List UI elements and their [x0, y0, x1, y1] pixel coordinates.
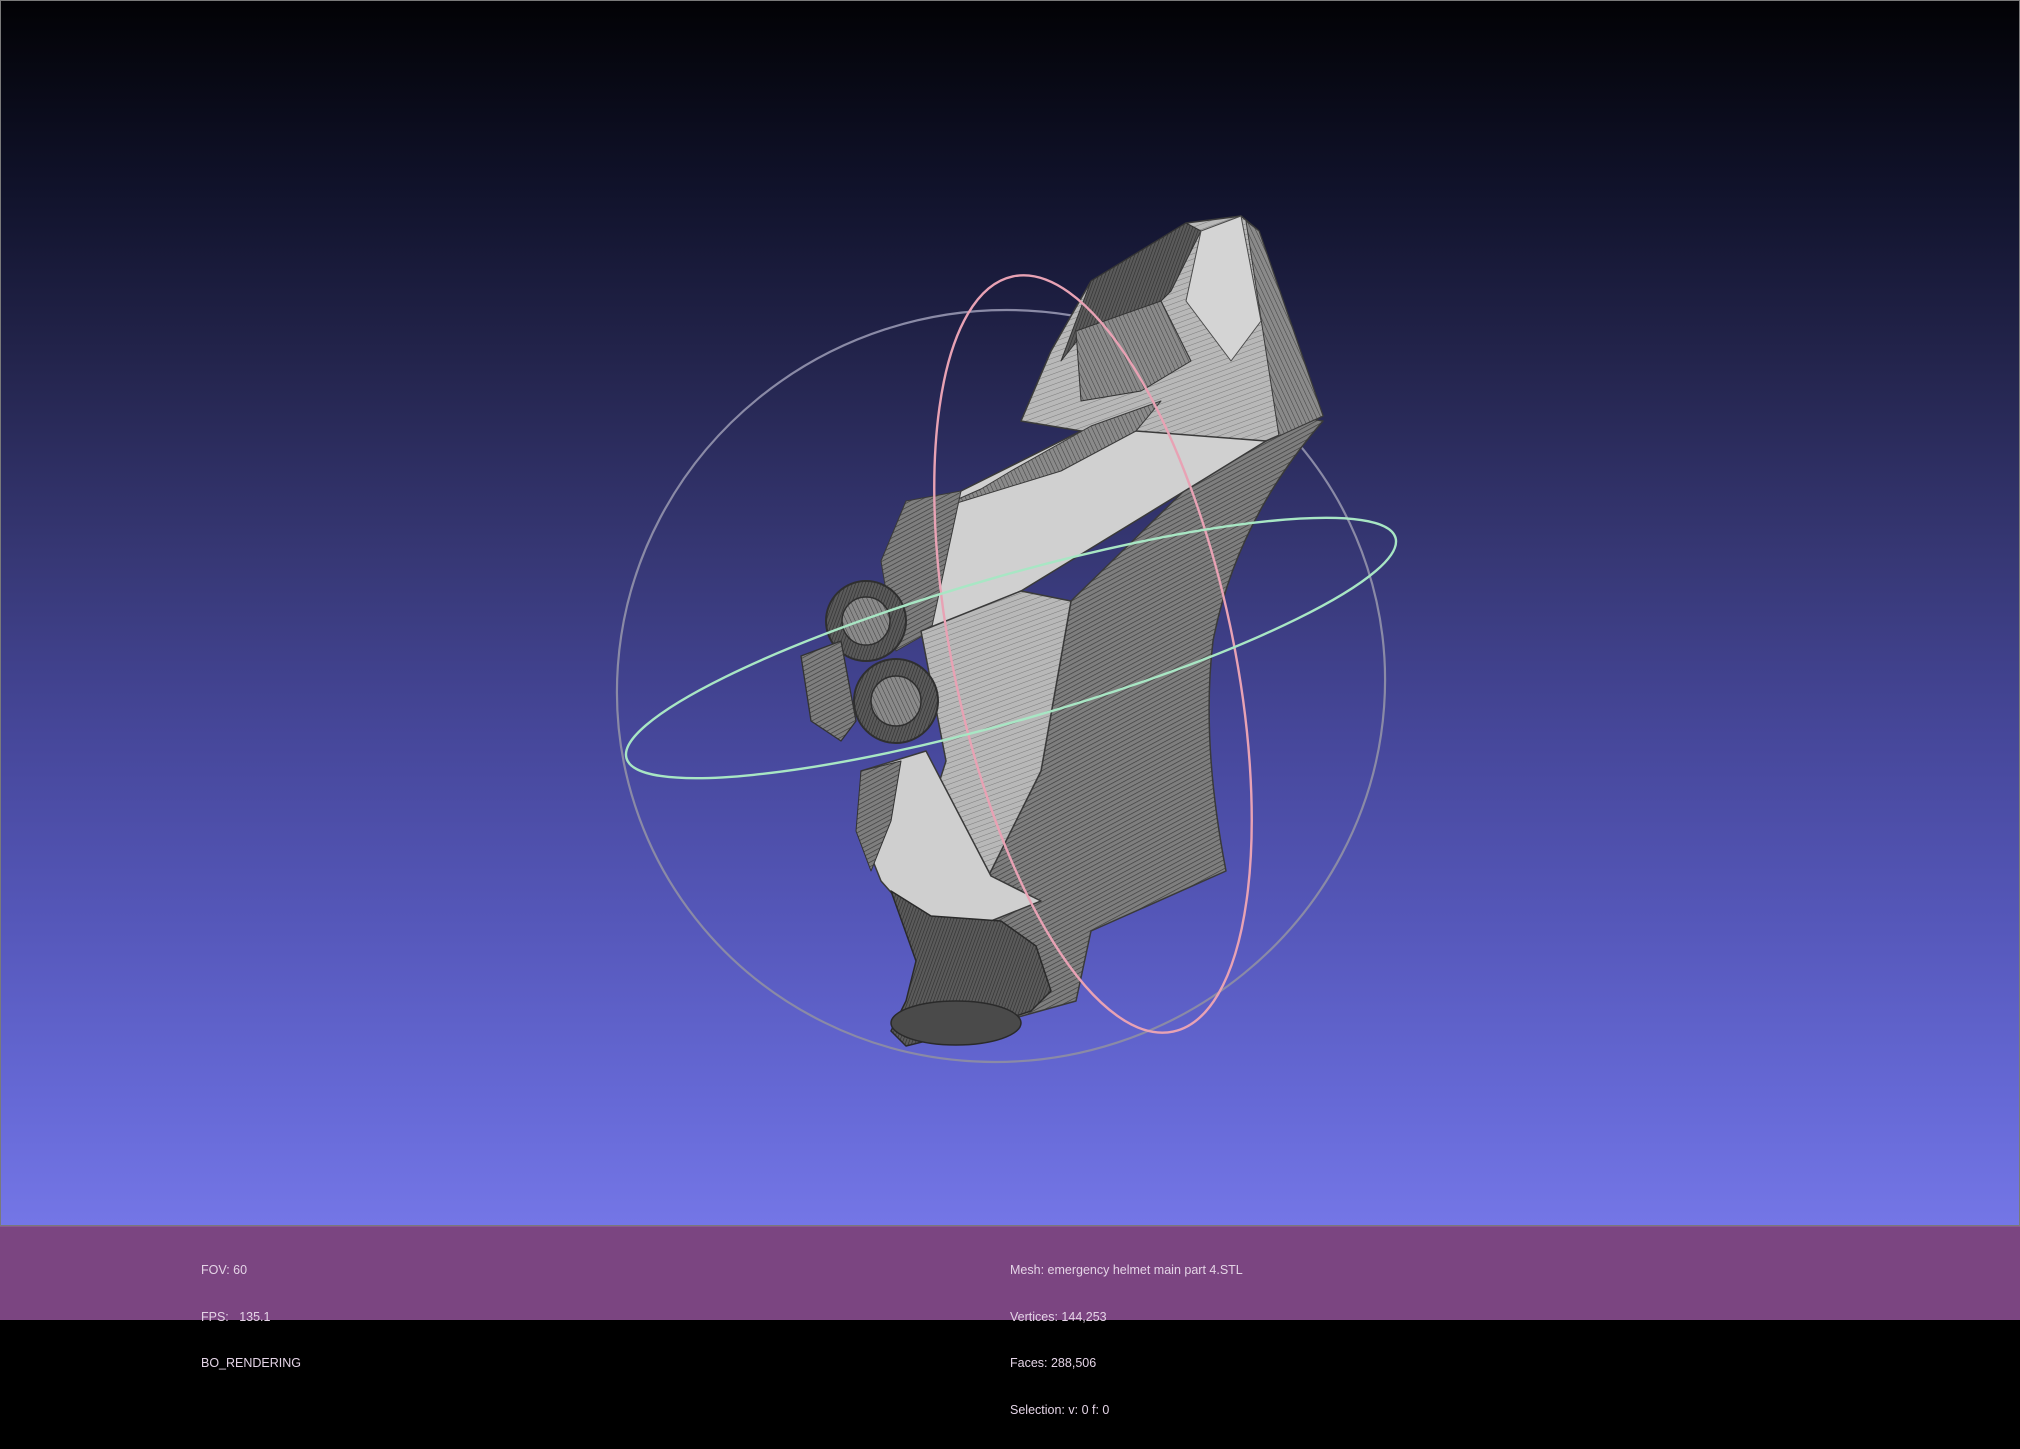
face-count: Faces: 288,506 [1010, 1356, 1097, 1370]
vertex-count: Vertices: 144,253 [1010, 1309, 1107, 1324]
mesh-info: Mesh: emergency helmet main part 4.STL V… [1010, 1232, 1243, 1449]
selection-info: Selection: v: 0 f: 0 [1010, 1402, 1110, 1417]
scene-canvas[interactable] [1, 1, 2020, 1226]
fov-readout: FOV: 60 [201, 1263, 248, 1277]
status-info-bar: FOV: 60 FPS: 135.1 BO_RENDERING Mesh: em… [0, 1226, 2020, 1417]
render-stats: FOV: 60 FPS: 135.1 BO_RENDERING [201, 1232, 301, 1403]
render-mode-readout: BO_RENDERING [201, 1356, 302, 1370]
fps-readout: FPS: 135.1 [201, 1309, 271, 1324]
mesh-model [800, 215, 1324, 1047]
mesh-name: Mesh: emergency helmet main part 4.STL [1010, 1263, 1243, 1277]
3d-viewport[interactable] [0, 0, 2020, 1226]
